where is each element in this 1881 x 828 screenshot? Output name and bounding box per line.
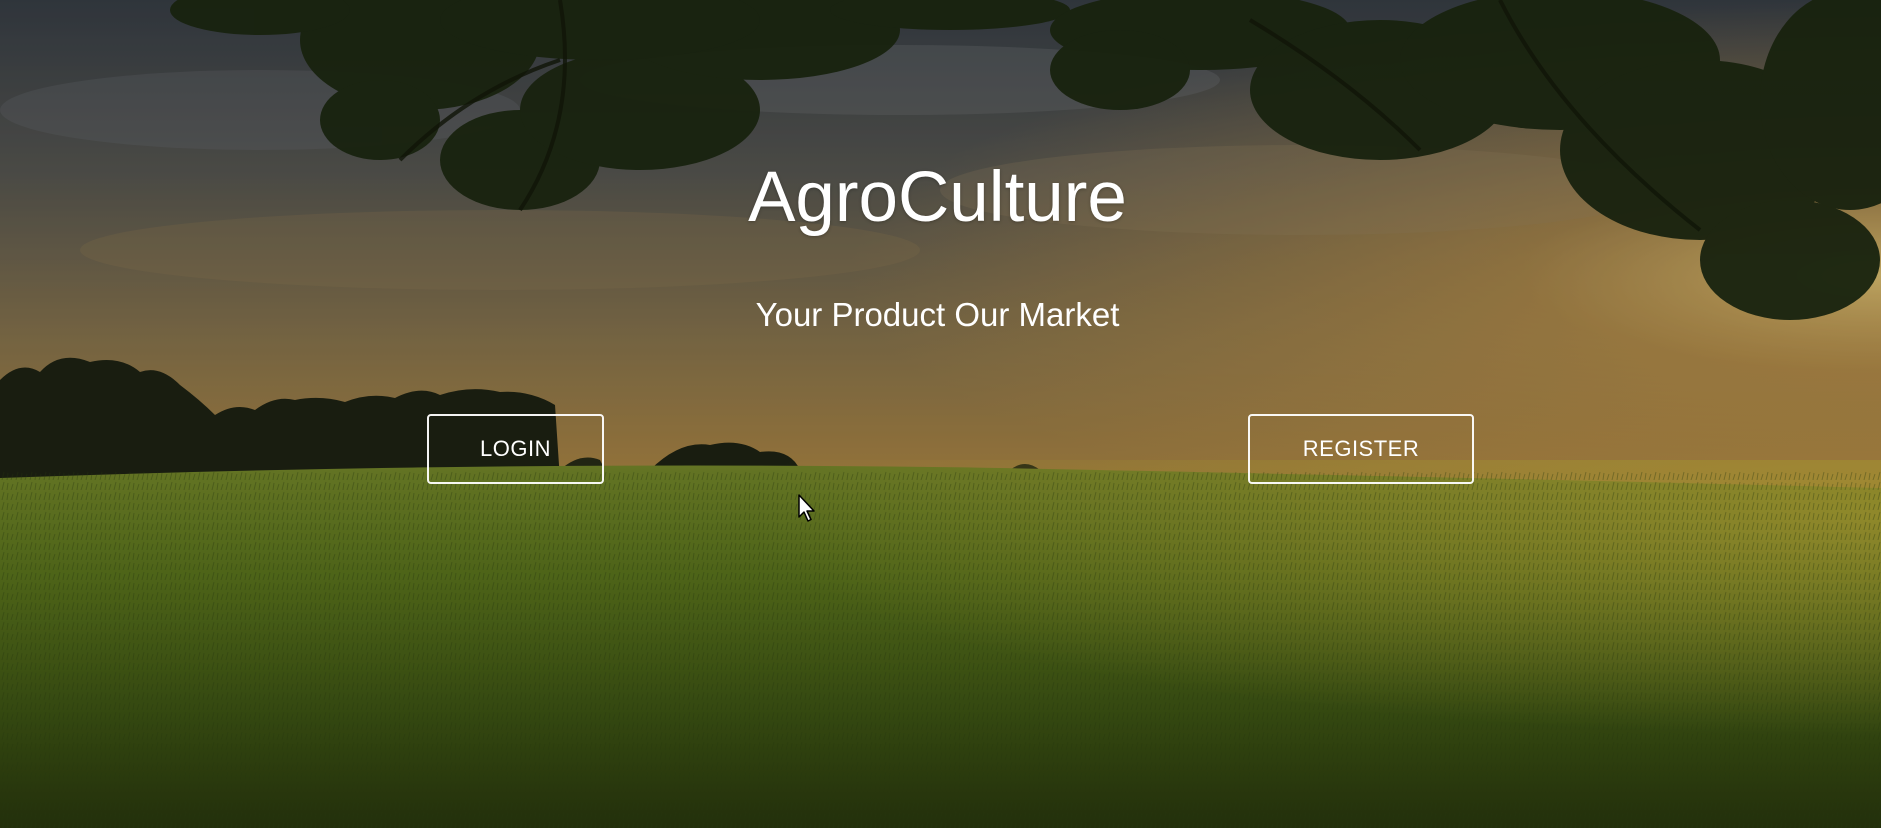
mouse-pointer-icon bbox=[798, 494, 815, 522]
hero-section: AgroCulture Your Product Our Market LOGI… bbox=[0, 0, 1881, 828]
register-button[interactable]: REGISTER bbox=[1248, 414, 1474, 484]
login-button[interactable]: LOGIN bbox=[427, 414, 604, 484]
background-landscape-image bbox=[0, 0, 1881, 828]
site-title: AgroCulture bbox=[748, 158, 1127, 237]
tagline: Your Product Our Market bbox=[755, 296, 1120, 333]
